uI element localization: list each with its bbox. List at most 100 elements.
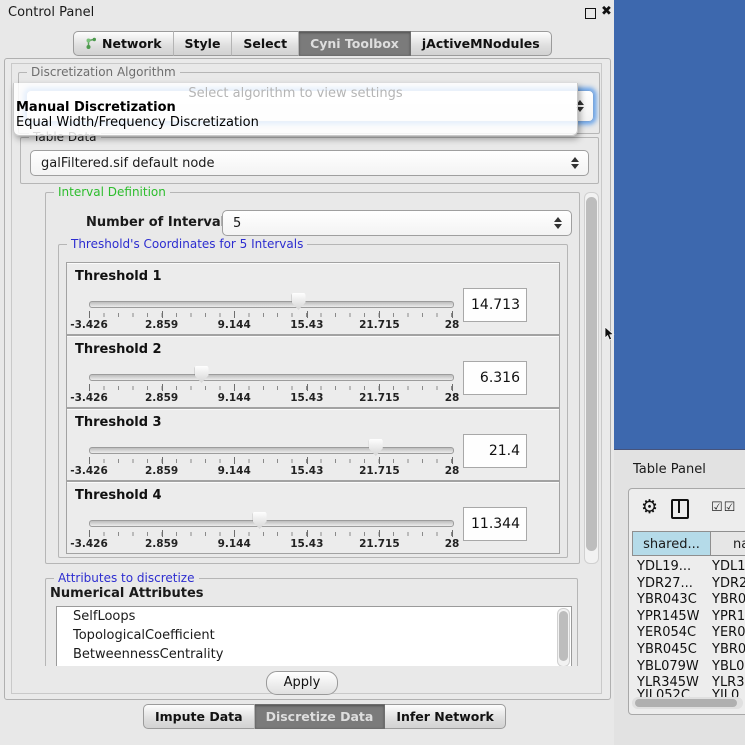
tick-label: 15.43 — [290, 538, 323, 550]
tick-label: 21.715 — [359, 392, 400, 404]
scrollbar-thumb[interactable] — [559, 611, 568, 661]
threshold-3-value-field[interactable]: 21.4 — [463, 434, 527, 468]
tick-label: 15.43 — [290, 319, 323, 331]
tab-label: jActiveMNodules — [422, 36, 540, 51]
panel-title: Control Panel — [8, 5, 94, 20]
dropdown-option-manual[interactable]: Manual Discretization — [16, 100, 176, 115]
tick-label: 2.859 — [145, 465, 178, 477]
tick-label: 2.859 — [145, 392, 178, 404]
table-panel-window: ⚙ ☑☑ shared... name YDL19...YDL1 YDR27..… — [628, 488, 745, 715]
tab-impute-data[interactable]: Impute Data — [143, 704, 255, 729]
combo-value: galFiltered.sif default node — [31, 156, 566, 171]
tick-label: 28 — [445, 319, 460, 331]
slider-ticks — [89, 313, 452, 317]
list-item[interactable]: TopologicalCoefficient — [57, 626, 571, 645]
tab-cyni-toolbox[interactable]: Cyni Toolbox — [299, 31, 411, 56]
tick-label: 15.43 — [290, 392, 323, 404]
mouse-cursor — [604, 327, 616, 341]
table-panel-area: Table Panel ⚙ ☑☑ shared... name YDL19...… — [614, 449, 745, 745]
desktop-background: GAL80 GA C GAL11 GAL4 GCY1 H HAP2 — [614, 0, 745, 449]
interval-scrollbar[interactable] — [584, 192, 599, 564]
column-header-shared-name[interactable]: shared... — [632, 531, 711, 556]
tick-label: -3.426 — [70, 392, 108, 404]
scrollbar-thumb[interactable] — [635, 699, 737, 707]
slider-track[interactable] — [89, 301, 454, 308]
tick-label: 2.859 — [145, 538, 178, 550]
attributes-list-scrollbar[interactable] — [557, 608, 570, 666]
gear-icon[interactable]: ⚙ — [641, 496, 658, 518]
threshold-label: Threshold 1 — [75, 269, 162, 284]
slider-ticks — [89, 386, 452, 390]
threshold-3-panel: Threshold 3 -3.426 2.859 9.144 15.43 21.… — [66, 408, 560, 481]
threshold-3-slider[interactable]: -3.426 2.859 9.144 15.43 21.715 28 — [89, 437, 452, 477]
tick-label: 28 — [445, 392, 460, 404]
tab-label: Infer Network — [396, 709, 494, 724]
scrollbar-thumb[interactable] — [586, 197, 597, 551]
tick-label: 9.144 — [218, 538, 251, 550]
tick-label: 9.144 — [218, 319, 251, 331]
group-label: Threshold's Coordinates for 5 Intervals — [67, 237, 307, 251]
list-item[interactable]: SelfLoops — [57, 607, 571, 626]
table-toolbar: ⚙ ☑☑ — [629, 489, 745, 529]
slider-track[interactable] — [89, 374, 454, 381]
tick-label: 2.859 — [145, 319, 178, 331]
combo-stepper-icon — [566, 157, 584, 169]
combo-stepper-icon — [549, 217, 567, 229]
tab-label: Discretize Data — [266, 709, 374, 724]
tab-jactivemnodules[interactable]: jActiveMNodules — [411, 31, 552, 56]
tab-style[interactable]: Style — [174, 31, 233, 56]
threshold-2-slider[interactable]: -3.426 2.859 9.144 15.43 21.715 28 — [89, 364, 452, 404]
threshold-2-value-field[interactable]: 6.316 — [463, 361, 527, 395]
table-data-combobox[interactable]: galFiltered.sif default node — [30, 150, 589, 176]
float-window-icon[interactable] — [585, 8, 596, 19]
table-panel-title: Table Panel — [633, 462, 706, 477]
threshold-1-panel: Threshold 1 -3.426 2.859 9.144 15.43 21.… — [66, 262, 560, 335]
threshold-label: Threshold 2 — [75, 342, 162, 357]
network-icon — [85, 37, 97, 50]
group-label: Interval Definition — [54, 185, 170, 199]
numerical-attributes-label: Numerical Attributes — [50, 586, 204, 601]
tick-label: 15.43 — [290, 465, 323, 477]
apply-button[interactable]: Apply — [266, 671, 338, 695]
dropdown-prompt: Select algorithm to view settings — [14, 86, 577, 101]
slider-ticks — [89, 459, 452, 463]
control-panel-window: Control Panel ✖ Network Style Se — [0, 0, 615, 745]
dropdown-option-equal-width[interactable]: Equal Width/Frequency Discretization — [16, 115, 259, 130]
algorithm-dropdown-popup: Select algorithm to view settings Manual… — [13, 83, 578, 136]
threshold-1-slider[interactable]: -3.426 2.859 9.144 15.43 21.715 28 — [89, 291, 452, 331]
threshold-4-value-field[interactable]: 11.344 — [463, 507, 527, 541]
table-horizontal-scrollbar[interactable] — [632, 697, 743, 709]
split-columns-icon[interactable] — [671, 499, 689, 519]
threshold-4-panel: Threshold 4 -3.426 2.859 9.144 15.43 21.… — [66, 481, 560, 554]
tab-label: Cyni Toolbox — [310, 36, 399, 51]
number-of-intervals-label: Number of Intervals — [86, 215, 233, 230]
tick-label: -3.426 — [70, 538, 108, 550]
slider-ticks — [89, 532, 452, 536]
tab-label: Impute Data — [155, 709, 243, 724]
tab-select[interactable]: Select — [232, 31, 299, 56]
threshold-2-panel: Threshold 2 -3.426 2.859 9.144 15.43 21.… — [66, 335, 560, 408]
tick-label: 9.144 — [218, 392, 251, 404]
control-panel-titlebar: Control Panel ✖ — [0, 0, 614, 26]
tab-infer-network[interactable]: Infer Network — [385, 704, 506, 729]
slider-track[interactable] — [89, 447, 454, 454]
close-icon[interactable]: ✖ — [601, 4, 612, 19]
tab-discretize-data[interactable]: Discretize Data — [255, 704, 386, 729]
tick-label: -3.426 — [70, 465, 108, 477]
column-header-name[interactable]: name — [710, 531, 745, 556]
tick-label: 9.144 — [218, 465, 251, 477]
group-label: Discretization Algorithm — [27, 65, 180, 79]
tab-network[interactable]: Network — [73, 31, 174, 56]
slider-track[interactable] — [89, 520, 454, 527]
number-of-intervals-combobox[interactable]: 5 — [222, 210, 572, 236]
tick-label: -3.426 — [70, 319, 108, 331]
attributes-section: Attributes to discretize Numerical Attri… — [45, 570, 578, 666]
tab-label: Network — [102, 36, 162, 51]
tick-label: 28 — [445, 538, 460, 550]
list-item[interactable]: BetweennessCentrality — [57, 645, 571, 664]
checkbox-select-icons[interactable]: ☑☑ — [711, 500, 736, 515]
tick-label: 21.715 — [359, 465, 400, 477]
threshold-4-slider[interactable]: -3.426 2.859 9.144 15.43 21.715 28 — [89, 510, 452, 550]
threshold-1-value-field[interactable]: 14.713 — [463, 288, 527, 322]
attributes-list[interactable]: SelfLoops TopologicalCoefficient Between… — [56, 606, 572, 666]
